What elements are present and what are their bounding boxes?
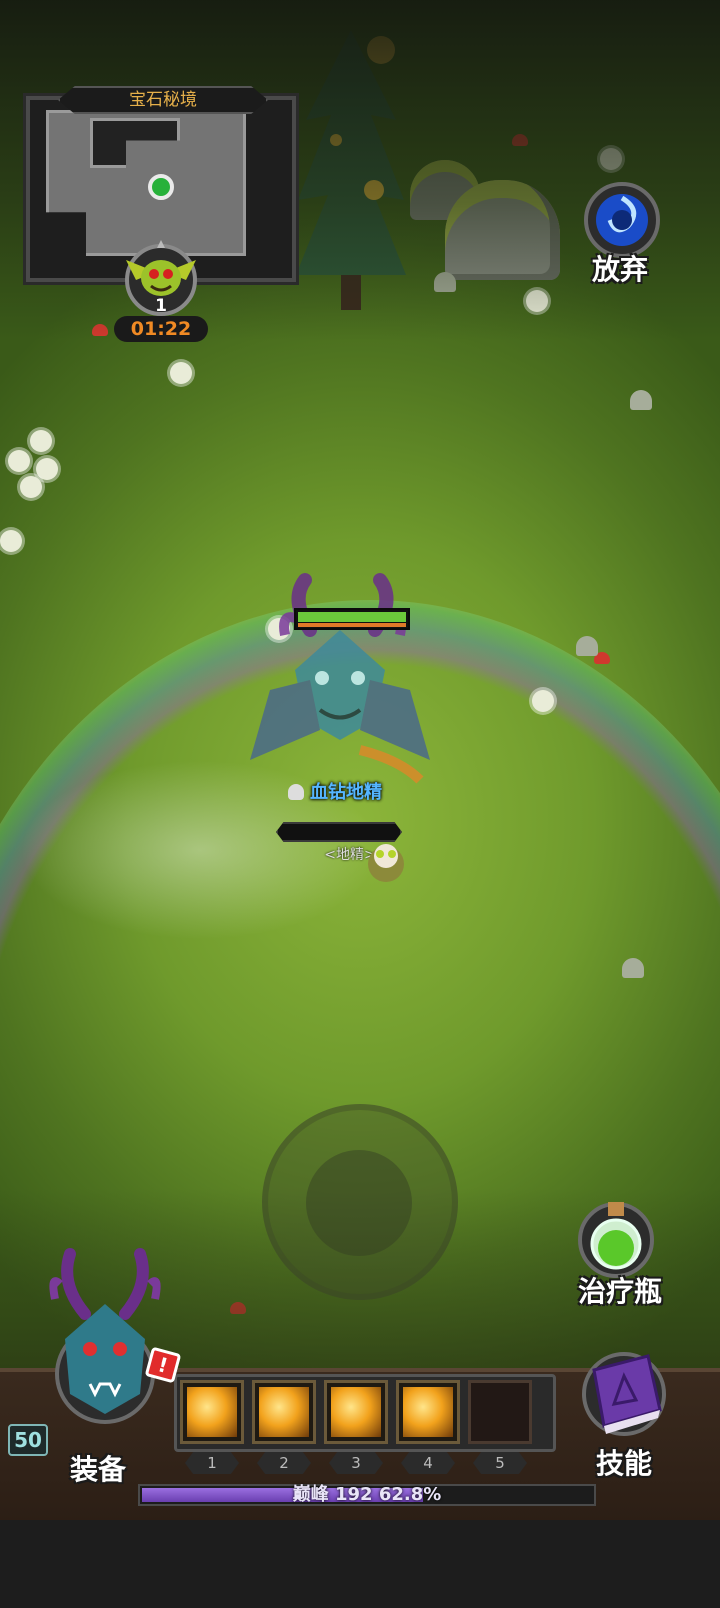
flower	[36, 458, 58, 480]
player-level: 50	[8, 1424, 48, 1456]
skill-slot-5[interactable]	[468, 1380, 532, 1444]
skills-button-label[interactable]: 技能	[574, 1442, 674, 1482]
flower	[170, 362, 192, 384]
skill-slot-number: 2	[257, 1452, 311, 1474]
boss-shield-fill	[298, 623, 406, 627]
skull-icon	[288, 784, 304, 800]
hero-character	[368, 844, 404, 882]
flower	[0, 530, 22, 552]
skill-slot-2[interactable]	[252, 1380, 316, 1444]
skill-slot-number: 4	[401, 1452, 455, 1474]
countdown-timer: 01:22	[114, 316, 208, 342]
flower	[8, 450, 30, 472]
flower	[532, 690, 554, 712]
skill-slot-4[interactable]	[396, 1380, 460, 1444]
joystick-knob[interactable]	[306, 1150, 412, 1256]
boss-level: 1	[155, 296, 167, 316]
skill-slot-1[interactable]	[180, 1380, 244, 1444]
enemy-name-row: 血钻地精	[288, 778, 428, 804]
equipment-button-label[interactable]: 装备	[48, 1448, 148, 1488]
enemy-name: 血钻地精	[310, 782, 382, 803]
bottom-hud-base	[0, 1520, 720, 1608]
spellbook-icon[interactable]	[574, 1340, 670, 1440]
demon-skill-icon	[403, 1387, 453, 1437]
player-location-marker	[148, 174, 174, 200]
boss-health-bar	[294, 608, 410, 630]
claw-skill-icon	[331, 1387, 381, 1437]
minimap-title: 宝石秘境	[58, 86, 268, 114]
slash-skill-icon	[187, 1387, 237, 1437]
skill-slot-3[interactable]	[324, 1380, 388, 1444]
potion-icon[interactable]	[576, 1196, 656, 1280]
flower	[20, 476, 42, 498]
boss-health-fill	[298, 612, 406, 622]
small-stone	[576, 636, 598, 656]
skill-slot-number: 3	[329, 1452, 383, 1474]
flower	[30, 430, 52, 452]
skill-slot-number: 5	[473, 1452, 527, 1474]
small-stone	[622, 958, 644, 978]
sweep-skill-icon	[259, 1387, 309, 1437]
quit-button-label[interactable]: 放弃	[570, 248, 670, 288]
potion-button-label[interactable]: 治疗瓶	[560, 1270, 680, 1310]
dragon-portrait-icon[interactable]	[30, 1244, 180, 1424]
small-stone	[630, 390, 652, 410]
experience-text: 巅峰 192 62.8%	[292, 1484, 442, 1505]
skill-slot-number: 1	[185, 1452, 239, 1474]
